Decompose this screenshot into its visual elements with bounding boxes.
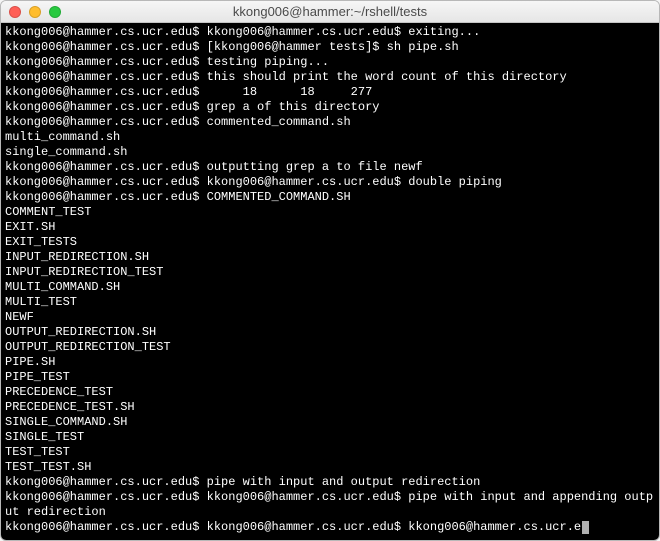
output-text: MULTI_TEST bbox=[5, 295, 77, 309]
terminal-line: single_command.sh bbox=[5, 145, 655, 160]
command-text: grep a of this directory bbox=[199, 100, 379, 114]
output-text: PRECEDENCE_TEST bbox=[5, 385, 113, 399]
output-text: SINGLE_COMMAND.SH bbox=[5, 415, 127, 429]
command-text: pipe with input and output redirection bbox=[199, 475, 480, 489]
prompt: kkong006@hammer.cs.ucr.edu$ bbox=[5, 100, 199, 114]
terminal-line: OUTPUT_REDIRECTION.SH bbox=[5, 325, 655, 340]
terminal-line: kkong006@hammer.cs.ucr.edu$ kkong006@ham… bbox=[5, 25, 655, 40]
prompt: kkong006@hammer.cs.ucr.edu$ bbox=[5, 490, 199, 504]
command-text: commented_command.sh bbox=[199, 115, 350, 129]
window-title: kkong006@hammer:~/rshell/tests bbox=[1, 4, 659, 19]
terminal-line: TEST_TEST bbox=[5, 445, 655, 460]
cursor-icon bbox=[582, 521, 589, 534]
terminal-line: NEWF bbox=[5, 310, 655, 325]
prompt: kkong006@hammer.cs.ucr.edu$ bbox=[5, 85, 199, 99]
traffic-lights bbox=[9, 6, 61, 18]
output-text: TEST_TEST bbox=[5, 445, 70, 459]
terminal-line: PRECEDENCE_TEST.SH bbox=[5, 400, 655, 415]
output-text: multi_command.sh bbox=[5, 130, 120, 144]
output-text: NEWF bbox=[5, 310, 34, 324]
terminal-line: kkong006@hammer.cs.ucr.edu$ [kkong006@ha… bbox=[5, 40, 655, 55]
prompt: kkong006@hammer.cs.ucr.edu$ bbox=[5, 25, 199, 39]
output-text: COMMENT_TEST bbox=[5, 205, 91, 219]
terminal-line: PIPE.SH bbox=[5, 355, 655, 370]
output-text: INPUT_REDIRECTION.SH bbox=[5, 250, 149, 264]
terminal-line: kkong006@hammer.cs.ucr.edu$ kkong006@ham… bbox=[5, 175, 655, 190]
output-text: EXIT.SH bbox=[5, 220, 55, 234]
terminal-line: EXIT_TESTS bbox=[5, 235, 655, 250]
command-text: testing piping... bbox=[199, 55, 329, 69]
terminal-line: MULTI_TEST bbox=[5, 295, 655, 310]
command-text: kkong006@hammer.cs.ucr.edu$ exiting... bbox=[199, 25, 480, 39]
prompt: kkong006@hammer.cs.ucr.edu$ bbox=[5, 520, 199, 534]
command-text: kkong006@hammer.cs.ucr.edu$ double pipin… bbox=[199, 175, 501, 189]
terminal-line: multi_command.sh bbox=[5, 130, 655, 145]
output-text: EXIT_TESTS bbox=[5, 235, 77, 249]
titlebar: kkong006@hammer:~/rshell/tests bbox=[1, 1, 659, 23]
prompt: kkong006@hammer.cs.ucr.edu$ bbox=[5, 175, 199, 189]
minimize-icon[interactable] bbox=[29, 6, 41, 18]
output-text: SINGLE_TEST bbox=[5, 430, 84, 444]
command-text: 18 18 277 bbox=[199, 85, 372, 99]
command-text: COMMENTED_COMMAND.SH bbox=[199, 190, 350, 204]
terminal-line: kkong006@hammer.cs.ucr.edu$ this should … bbox=[5, 70, 655, 85]
terminal-line: EXIT.SH bbox=[5, 220, 655, 235]
prompt: kkong006@hammer.cs.ucr.edu$ bbox=[5, 160, 199, 174]
terminal-line: kkong006@hammer.cs.ucr.edu$ grep a of th… bbox=[5, 100, 655, 115]
output-text: OUTPUT_REDIRECTION_TEST bbox=[5, 340, 171, 354]
terminal-line: kkong006@hammer.cs.ucr.edu$ testing pipi… bbox=[5, 55, 655, 70]
command-text: this should print the word count of this… bbox=[199, 70, 566, 84]
terminal-line: kkong006@hammer.cs.ucr.edu$ commented_co… bbox=[5, 115, 655, 130]
close-icon[interactable] bbox=[9, 6, 21, 18]
terminal-line: SINGLE_TEST bbox=[5, 430, 655, 445]
command-text: kkong006@hammer.cs.ucr.edu$ kkong006@ham… bbox=[199, 520, 581, 534]
output-text: MULTI_COMMAND.SH bbox=[5, 280, 120, 294]
prompt: kkong006@hammer.cs.ucr.edu$ bbox=[5, 115, 199, 129]
prompt: kkong006@hammer.cs.ucr.edu$ bbox=[5, 475, 199, 489]
prompt: kkong006@hammer.cs.ucr.edu$ bbox=[5, 40, 199, 54]
terminal-line: TEST_TEST.SH bbox=[5, 460, 655, 475]
terminal-line: INPUT_REDIRECTION_TEST bbox=[5, 265, 655, 280]
command-text: [kkong006@hammer tests]$ sh pipe.sh bbox=[199, 40, 458, 54]
terminal-line: kkong006@hammer.cs.ucr.edu$ kkong006@ham… bbox=[5, 520, 655, 535]
terminal-line: OUTPUT_REDIRECTION_TEST bbox=[5, 340, 655, 355]
prompt: kkong006@hammer.cs.ucr.edu$ bbox=[5, 70, 199, 84]
output-text: INPUT_REDIRECTION_TEST bbox=[5, 265, 163, 279]
terminal-line: kkong006@hammer.cs.ucr.edu$ COMMENTED_CO… bbox=[5, 190, 655, 205]
terminal-line: INPUT_REDIRECTION.SH bbox=[5, 250, 655, 265]
prompt: kkong006@hammer.cs.ucr.edu$ bbox=[5, 190, 199, 204]
terminal-line: PRECEDENCE_TEST bbox=[5, 385, 655, 400]
terminal-line: kkong006@hammer.cs.ucr.edu$ 18 18 277 bbox=[5, 85, 655, 100]
terminal-line: MULTI_COMMAND.SH bbox=[5, 280, 655, 295]
terminal-line: PIPE_TEST bbox=[5, 370, 655, 385]
terminal-line: COMMENT_TEST bbox=[5, 205, 655, 220]
output-text: single_command.sh bbox=[5, 145, 127, 159]
terminal-output[interactable]: kkong006@hammer.cs.ucr.edu$ kkong006@ham… bbox=[1, 23, 659, 540]
command-text: outputting grep a to file newf bbox=[199, 160, 422, 174]
maximize-icon[interactable] bbox=[49, 6, 61, 18]
output-text: PIPE_TEST bbox=[5, 370, 70, 384]
output-text: PRECEDENCE_TEST.SH bbox=[5, 400, 135, 414]
prompt: kkong006@hammer.cs.ucr.edu$ bbox=[5, 55, 199, 69]
output-text: PIPE.SH bbox=[5, 355, 55, 369]
terminal-line: SINGLE_COMMAND.SH bbox=[5, 415, 655, 430]
terminal-line: kkong006@hammer.cs.ucr.edu$ pipe with in… bbox=[5, 475, 655, 490]
terminal-line: kkong006@hammer.cs.ucr.edu$ outputting g… bbox=[5, 160, 655, 175]
terminal-line: kkong006@hammer.cs.ucr.edu$ kkong006@ham… bbox=[5, 490, 655, 520]
terminal-window: kkong006@hammer:~/rshell/tests kkong006@… bbox=[0, 0, 660, 541]
output-text: TEST_TEST.SH bbox=[5, 460, 91, 474]
output-text: OUTPUT_REDIRECTION.SH bbox=[5, 325, 156, 339]
